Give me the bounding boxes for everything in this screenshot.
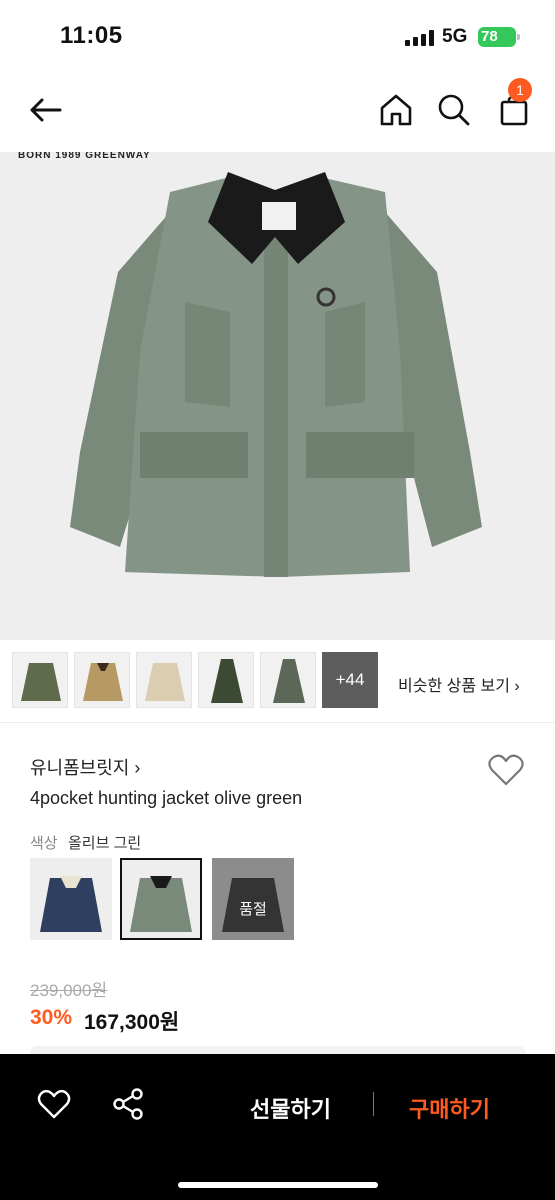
home-indicator[interactable] xyxy=(178,1182,378,1188)
top-nav xyxy=(0,72,555,150)
back-arrow-icon[interactable] xyxy=(26,90,66,130)
share-icon[interactable] xyxy=(110,1086,146,1122)
hero-brand-tag: BORN 1989 GREENWAY xyxy=(18,152,151,161)
status-time: 11:05 xyxy=(60,22,123,49)
color-swatch-black-soldout[interactable]: 품절 xyxy=(212,858,294,940)
status-bar: 11:05 5G 78 xyxy=(0,0,555,72)
color-label: 색상 xyxy=(30,835,58,852)
product-hero-image[interactable]: BORN 1989 GREENWAY xyxy=(0,152,555,640)
battery-icon: 78 xyxy=(478,27,520,47)
thumbnail-khaki[interactable] xyxy=(74,652,130,708)
bottom-action-bar: 선물하기 구매하기 xyxy=(0,1054,555,1200)
battery-level: 78 xyxy=(481,28,498,45)
gift-button[interactable]: 선물하기 xyxy=(250,1092,331,1124)
cart-count-badge: 1 xyxy=(508,78,532,102)
network-label: 5G xyxy=(442,26,468,47)
section-divider xyxy=(0,722,555,723)
original-price: 239,000원 xyxy=(30,981,108,1000)
thumbnail-dark-olive[interactable] xyxy=(198,652,254,708)
more-thumbnails-button[interactable]: +44 xyxy=(322,652,378,708)
thumbnail-olive[interactable] xyxy=(12,652,68,708)
discount-rate: 30% xyxy=(30,1006,73,1029)
sale-price: 167,300원 xyxy=(84,1011,180,1034)
soldout-label: 품절 xyxy=(212,858,294,940)
jacket-illustration xyxy=(70,172,482,577)
color-swatch-navy[interactable] xyxy=(30,858,112,940)
wishlist-heart-icon[interactable] xyxy=(486,750,526,790)
like-heart-icon[interactable] xyxy=(36,1086,72,1122)
color-swatch-olive-selected[interactable] xyxy=(120,858,202,940)
similar-products-link[interactable]: 비슷한 상품 보기 › xyxy=(398,672,520,696)
thumbnail-beige[interactable] xyxy=(136,652,192,708)
buy-button[interactable]: 구매하기 xyxy=(409,1092,490,1124)
signal-icon xyxy=(405,30,434,46)
button-separator xyxy=(373,1092,374,1116)
thumbnail-grey-green[interactable] xyxy=(260,652,316,708)
product-title: 4pocket hunting jacket olive green xyxy=(30,788,303,808)
search-icon[interactable] xyxy=(434,90,474,130)
color-value: 올리브 그린 xyxy=(68,835,142,852)
home-icon[interactable] xyxy=(376,90,416,130)
brand-link[interactable]: 유니폼브릿지 › xyxy=(30,754,140,780)
